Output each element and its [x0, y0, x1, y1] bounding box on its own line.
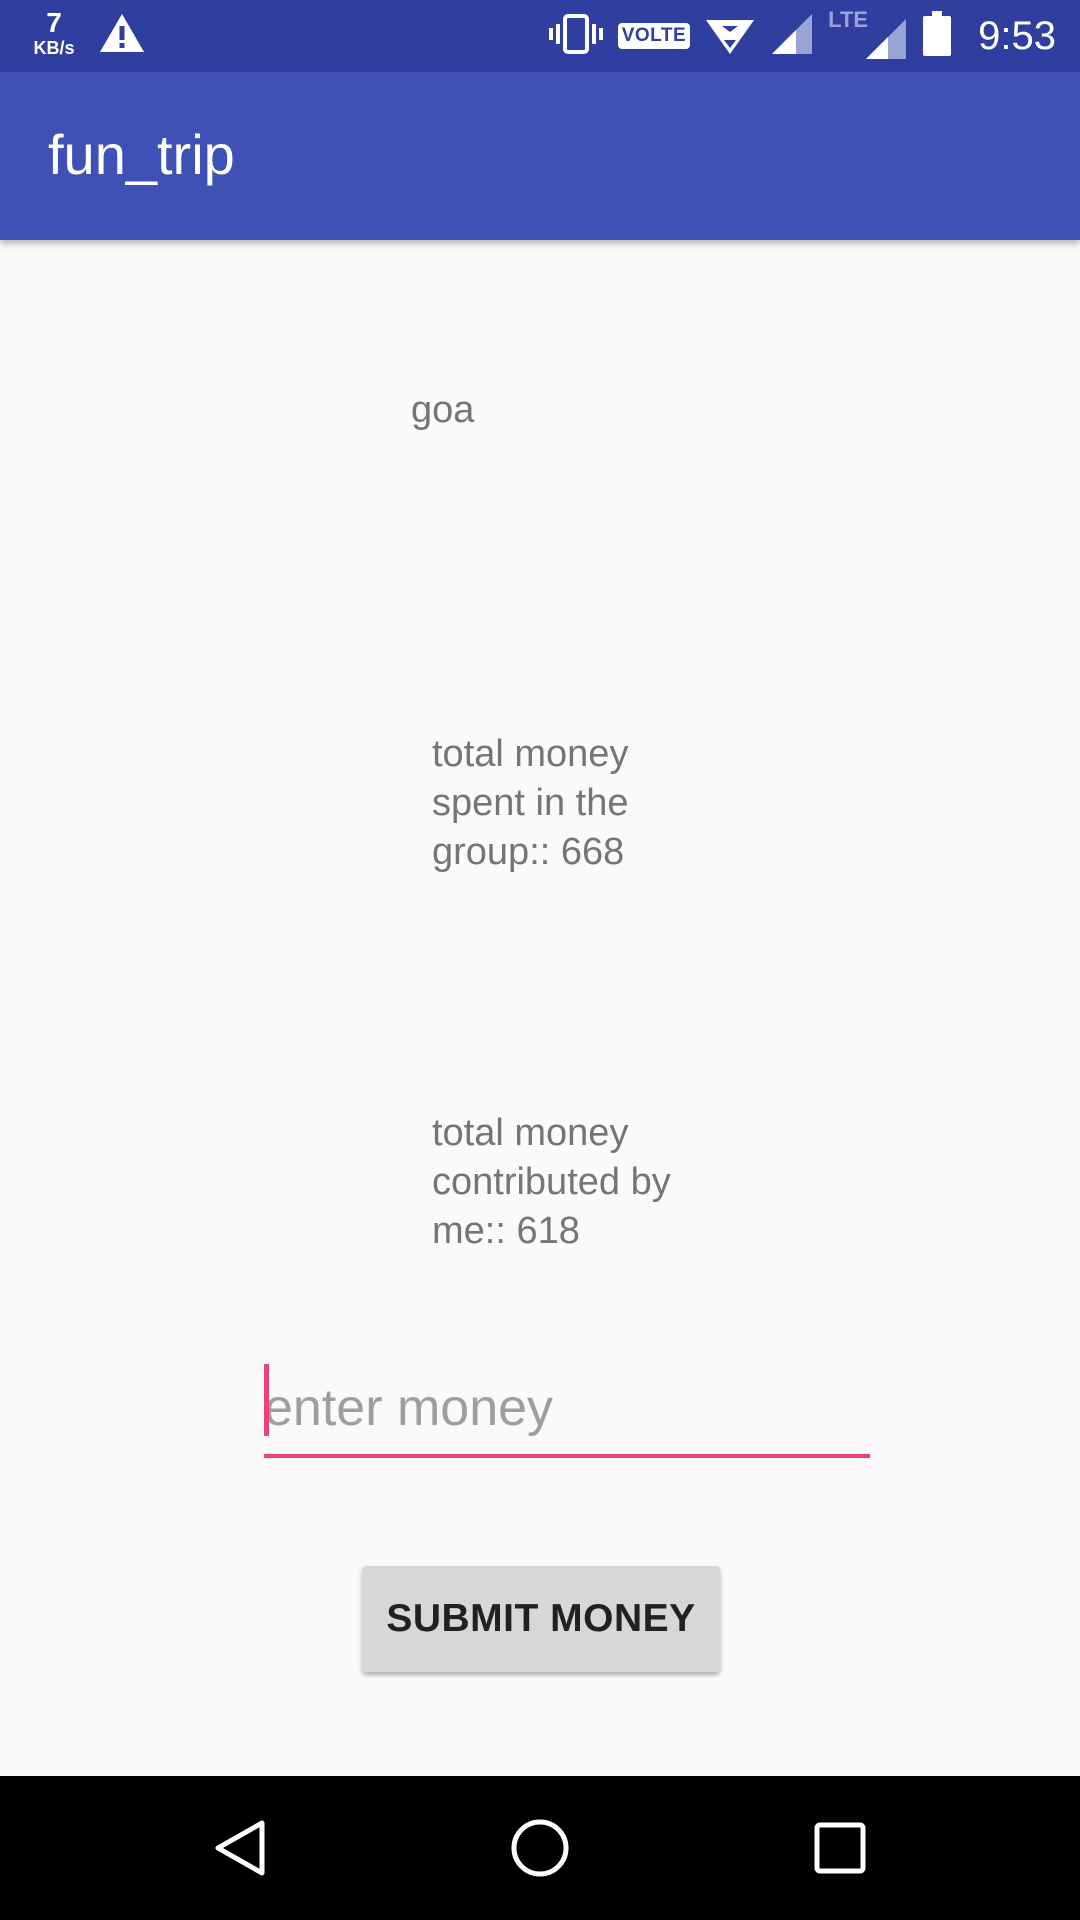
app-title: fun_trip — [48, 123, 235, 186]
clock: 9:53 — [978, 13, 1056, 58]
status-bar-right: VOLTE LTE 9:53 — [534, 0, 1056, 72]
my-contribution-text: total money contributed by me:: 618 — [432, 1112, 671, 1247]
lte-signal: LTE — [828, 7, 908, 61]
money-input[interactable] — [264, 1362, 870, 1458]
status-bar-left: 7 KB/s — [26, 6, 146, 59]
signal-icon — [866, 19, 907, 59]
submit-money-button[interactable]: SUBMIT MONEY — [362, 1566, 720, 1672]
vibrate-icon — [548, 12, 604, 61]
status-bar: 7 KB/s VOLTE LTE 9:53 — [0, 0, 1080, 72]
home-icon[interactable] — [504, 1812, 576, 1884]
app-bar: fun_trip — [0, 72, 1080, 240]
trip-name: goa — [411, 389, 475, 431]
wifi-icon — [704, 12, 756, 61]
total-spent-text: total money spent in the group:: 668 — [432, 733, 629, 873]
recent-apps-icon[interactable] — [804, 1812, 876, 1884]
network-speed-value: 7 — [46, 6, 62, 38]
network-speed: 7 KB/s — [26, 6, 82, 58]
navigation-bar — [0, 1776, 1080, 1920]
battery-icon — [922, 10, 952, 62]
text-cursor — [264, 1364, 269, 1436]
lte-label: LTE — [828, 7, 869, 32]
network-speed-unit: KB/s — [33, 37, 75, 58]
volte-icon: VOLTE — [617, 23, 691, 49]
back-icon[interactable] — [204, 1812, 276, 1884]
signal-icon — [770, 12, 814, 61]
warning-icon — [98, 12, 146, 59]
